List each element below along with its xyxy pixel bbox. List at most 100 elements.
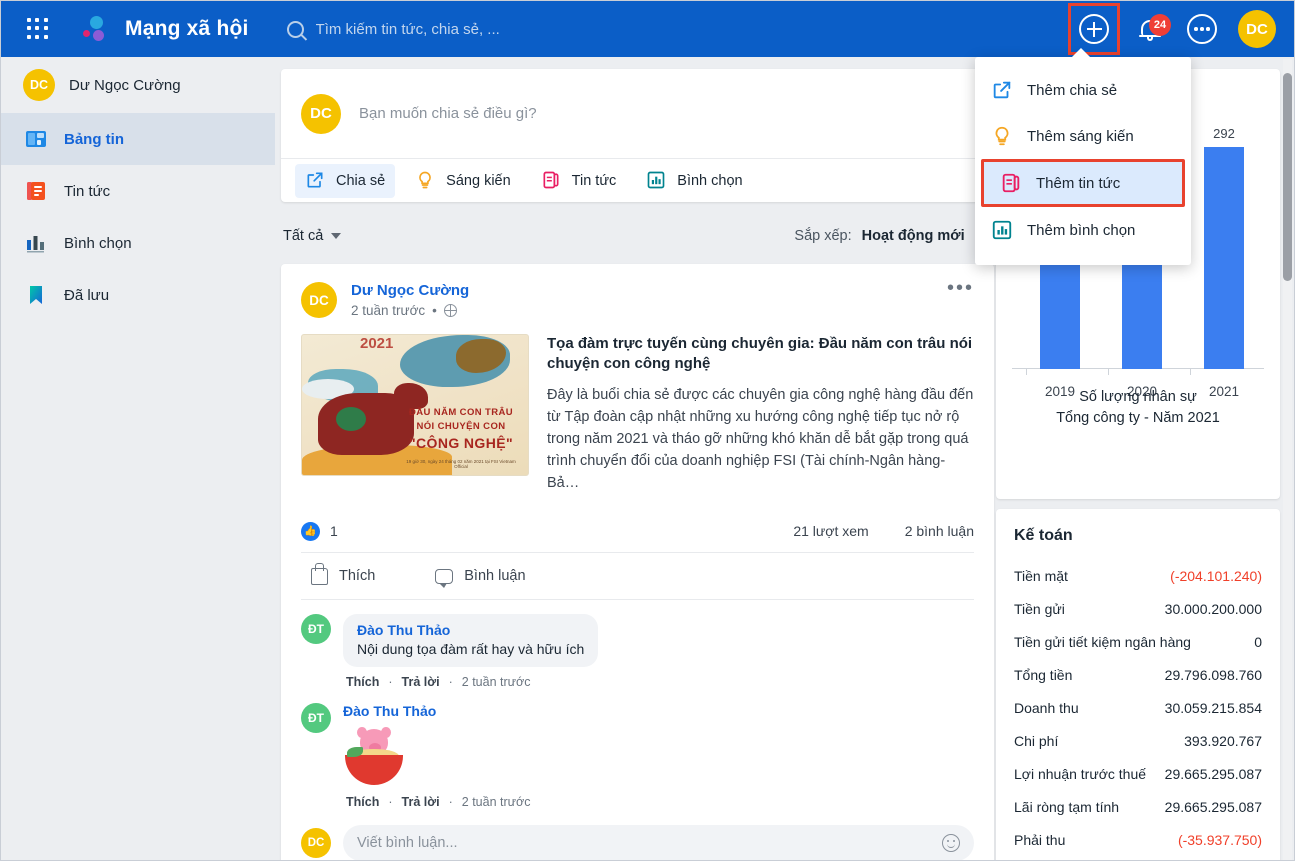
chart-tick-2020 xyxy=(1108,368,1109,375)
post-description: Đây là buổi chia sẻ được các chuyên gia … xyxy=(547,387,974,491)
newsfeed-icon xyxy=(23,126,49,152)
post-actions: Thích Bình luận xyxy=(301,552,974,600)
accounting-value: 29.665.295.087 xyxy=(1164,765,1262,782)
post-more-icon[interactable]: ••• xyxy=(947,278,974,298)
accounting-value: 393.920.767 xyxy=(1184,732,1262,749)
poll-icon xyxy=(23,230,49,256)
menu-item-label: Thêm bình chọn xyxy=(1027,221,1136,239)
post-author[interactable]: Dư Ngọc Cường xyxy=(351,282,469,299)
sidebar-item-label: Đã lưu xyxy=(64,286,110,304)
more-horizontal-icon xyxy=(1187,14,1217,44)
comment-author[interactable]: Đào Thu Thảo xyxy=(357,622,584,638)
post-thumbnail[interactable]: 2021 ĐẦU NĂM CON TRÂU NÓI CHUYỆN CON "CÔ… xyxy=(301,334,529,476)
thumbnail-year: 2021 xyxy=(360,335,394,352)
accounting-label: Tổng tiền xyxy=(1014,666,1073,683)
composer-tab-binh-chon[interactable]: Bình chọn xyxy=(636,164,752,198)
post-comment-count[interactable]: 2 bình luận xyxy=(905,523,974,539)
composer-tab-label: Sáng kiến xyxy=(446,172,511,189)
accounting-label: Tiền gửi xyxy=(1014,600,1065,617)
comment-bubble-icon xyxy=(435,568,454,588)
comment-meta: Thích · Trả lời · 2 tuần trước xyxy=(343,675,598,689)
post-card: DC Dư Ngọc Cường 2 tuần trước • ••• 2021… xyxy=(281,264,994,860)
comment-reply-action[interactable]: Trả lời xyxy=(402,795,440,809)
chart-title: Số lượng nhân sự xyxy=(1079,389,1197,405)
chart-bar-2019 xyxy=(1040,261,1080,369)
post-header: DC Dư Ngọc Cường 2 tuần trước • ••• xyxy=(301,278,974,318)
composer-tab-sang-kien[interactable]: Sáng kiến xyxy=(405,164,521,198)
composer-tab-tin-tuc[interactable]: Tin tức xyxy=(531,164,627,198)
search-input[interactable] xyxy=(315,20,736,38)
accounting-value: 29.796.098.760 xyxy=(1164,666,1262,683)
composer-input-row[interactable]: DC Bạn muốn chia sẻ điều gì? xyxy=(281,69,994,158)
thumbnail-line-2: NÓI CHUYỆN CON xyxy=(416,421,506,432)
comment-meta-sep-2: · xyxy=(448,675,453,689)
composer-placeholder[interactable]: Bạn muốn chia sẻ điều gì? xyxy=(359,105,537,122)
accounting-value: (-35.937.750) xyxy=(1177,831,1262,848)
smiley-icon[interactable] xyxy=(942,834,960,852)
feed-filter-dropdown[interactable]: Tất cả xyxy=(283,228,342,244)
sidebar-user-name: Dư Ngọc Cường xyxy=(69,76,181,94)
comment-time: 2 tuần trước xyxy=(461,795,531,809)
comment-avatar: ĐT xyxy=(301,614,331,644)
composer-avatar: DC xyxy=(301,93,341,134)
add-menu-dropdown: Thêm chia sẻ Thêm sáng kiến Thêm tin tức… xyxy=(975,48,1191,265)
post-comment-button[interactable]: Bình luận xyxy=(435,568,526,588)
brand-title: Mạng xã hội xyxy=(125,17,249,40)
menu-item-them-sang-kien[interactable]: Thêm sáng kiến xyxy=(975,113,1191,159)
thumbs-up-icon xyxy=(311,562,328,585)
comment-input[interactable] xyxy=(357,835,942,851)
table-row: Doanh thu 30.059.215.854 xyxy=(1014,691,1262,724)
comment-text: Nội dung tọa đàm rất hay và hữu ích xyxy=(357,641,585,657)
comment-input-row: DC xyxy=(301,825,974,860)
menu-item-them-chia-se[interactable]: Thêm chia sẻ xyxy=(975,67,1191,113)
feed-filter-label: Tất cả xyxy=(283,228,324,244)
sidebar-item-binh-chon[interactable]: Bình chọn xyxy=(1,217,275,269)
sidebar-user-avatar: DC xyxy=(23,69,55,101)
sidebar-item-bang-tin[interactable]: Bảng tin xyxy=(1,113,275,165)
search-bar[interactable] xyxy=(286,20,1068,38)
composer-tab-label: Tin tức xyxy=(571,172,617,189)
accounting-value: 30.059.215.854 xyxy=(1164,699,1262,716)
sidebar-user[interactable]: DC Dư Ngọc Cường xyxy=(1,57,275,113)
sidebar-item-da-luu[interactable]: Đã lưu xyxy=(1,269,275,321)
post-stats: 👍 1 21 lượt xem 2 bình luận xyxy=(301,516,974,546)
poll-icon xyxy=(991,219,1013,241)
top-header: Mạng xã hội 24 DC xyxy=(1,1,1294,57)
globe-icon xyxy=(443,304,457,317)
comment-body: Đào Thu Thảo Nội dung tọa đàm rất hay và… xyxy=(343,614,599,689)
feed-sort-control[interactable]: Sắp xếp: Hoạt động mới ⇅ xyxy=(794,226,988,246)
more-menu-button[interactable] xyxy=(1180,7,1224,51)
accounting-label: Doanh thu xyxy=(1014,699,1079,716)
post-title[interactable]: Tọa đàm trực tuyến cùng chuyên gia: Đầu … xyxy=(547,334,974,374)
page-scrollbar-thumb[interactable] xyxy=(1283,73,1292,281)
comment-input-box[interactable] xyxy=(343,825,974,860)
accounting-label: Chi phí xyxy=(1014,732,1059,749)
sidebar-item-tin-tuc[interactable]: Tin tức xyxy=(1,165,275,217)
sidebar-item-label: Tin tức xyxy=(64,182,111,200)
thumbnail-buffalo-head xyxy=(394,383,428,409)
comment-like-action[interactable]: Thích xyxy=(346,795,379,809)
comment-reply-action[interactable]: Trả lời xyxy=(402,675,440,689)
comment-avatar: ĐT xyxy=(301,703,331,733)
comment-meta-sep: · xyxy=(388,675,393,689)
apps-grid-icon[interactable] xyxy=(27,18,49,40)
avatar[interactable]: DC xyxy=(1238,10,1276,48)
menu-item-them-binh-chon[interactable]: Thêm bình chọn xyxy=(975,207,1191,253)
menu-item-label: Thêm sáng kiến xyxy=(1027,127,1134,145)
feed-sort-prefix: Sắp xếp: xyxy=(794,228,852,244)
brand-logo-icon xyxy=(79,14,113,44)
comment-like-action[interactable]: Thích xyxy=(346,675,379,689)
post-like-button[interactable]: Thích xyxy=(311,562,375,585)
comment-author[interactable]: Đào Thu Thảo xyxy=(343,703,530,719)
menu-item-them-tin-tuc[interactable]: Thêm tin tức xyxy=(981,159,1185,207)
bell-icon: 24 xyxy=(1139,14,1171,41)
feed-sort-value: Hoạt động mới xyxy=(861,228,965,244)
accounting-title: Kế toán xyxy=(1014,527,1073,544)
chart-bar-2021 xyxy=(1204,147,1244,369)
accounting-value: 30.000.200.000 xyxy=(1164,600,1262,617)
lightbulb-icon xyxy=(991,125,1013,147)
composer-tab-chia-se[interactable]: Chia sẻ xyxy=(295,163,396,198)
composer-tabs: Chia sẻ Sáng kiến Tin tức Bình chọn xyxy=(281,158,994,202)
search-icon xyxy=(286,20,304,38)
notifications-button[interactable]: 24 xyxy=(1128,7,1172,51)
